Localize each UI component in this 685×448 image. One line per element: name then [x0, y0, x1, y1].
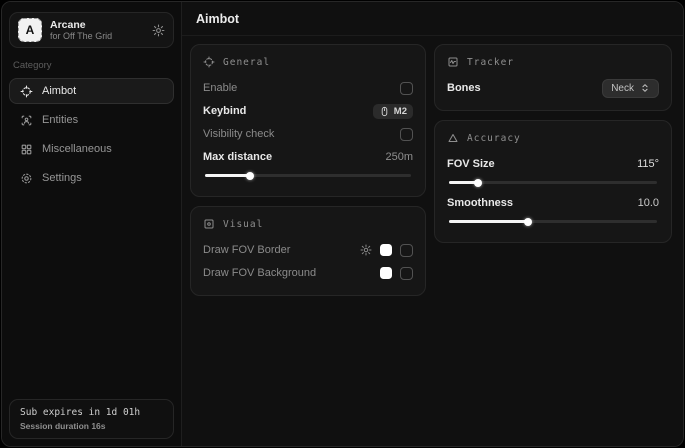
setting-row-smoothness: Smoothness 10.0 — [447, 192, 659, 214]
setting-row-visibility-check: Visibility check — [203, 123, 413, 145]
scan-person-icon — [20, 114, 33, 127]
fov-size-slider[interactable] — [449, 181, 657, 184]
setting-label: Bones — [447, 82, 481, 94]
setting-label: Smoothness — [447, 197, 513, 209]
panel-title: Visual — [223, 219, 263, 230]
max-distance-slider[interactable] — [205, 174, 411, 177]
setting-label: FOV Size — [447, 158, 495, 170]
page-title: Aimbot — [196, 12, 239, 26]
crosshair-icon — [203, 56, 215, 68]
gear-icon[interactable] — [152, 24, 165, 37]
setting-row-keybind: Keybind M2 — [203, 100, 413, 122]
visibility-check-checkbox[interactable] — [400, 128, 413, 141]
chevrons-up-down-icon — [640, 83, 650, 93]
fov-background-color-swatch[interactable] — [380, 267, 392, 279]
keybind-value: M2 — [394, 106, 407, 117]
sidebar-nav: Aimbot Entities — [9, 78, 174, 191]
slider-thumb[interactable] — [524, 218, 532, 226]
visual-icon — [203, 218, 215, 230]
brand-card: A Arcane for Off The Grid — [9, 12, 174, 48]
setting-row-draw-fov-border: Draw FOV Border — [203, 239, 413, 261]
setting-row-max-distance: Max distance 250m — [203, 146, 413, 168]
setting-row-enable: Enable — [203, 77, 413, 99]
sidebar: A Arcane for Off The Grid Category — [2, 2, 182, 446]
sidebar-item-label: Settings — [42, 172, 82, 184]
gear-icon — [20, 172, 33, 185]
panel-tracker: Tracker Bones Neck — [434, 44, 672, 111]
sidebar-item-miscellaneous[interactable]: Miscellaneous — [9, 136, 174, 162]
keybind-button[interactable]: M2 — [373, 104, 413, 119]
setting-label: Max distance — [203, 151, 272, 163]
setting-label: Visibility check — [203, 128, 274, 140]
max-distance-value: 250m — [385, 151, 413, 163]
fov-background-checkbox[interactable] — [400, 267, 413, 280]
setting-label: Keybind — [203, 105, 246, 117]
enable-checkbox[interactable] — [400, 82, 413, 95]
category-label: Category — [13, 60, 170, 71]
sub-expiry-text: Sub expires in 1d 01h — [20, 407, 163, 418]
gear-icon[interactable] — [360, 244, 372, 256]
fov-border-color-swatch[interactable] — [380, 244, 392, 256]
app-window: A Arcane for Off The Grid Category — [1, 1, 684, 447]
sidebar-item-entities[interactable]: Entities — [9, 107, 174, 133]
smoothness-value: 10.0 — [638, 197, 659, 209]
app-logo: A — [18, 18, 42, 42]
brand-text: Arcane for Off The Grid — [50, 19, 144, 41]
fov-border-checkbox[interactable] — [400, 244, 413, 257]
sidebar-item-label: Miscellaneous — [42, 143, 112, 155]
slider-thumb[interactable] — [246, 172, 254, 180]
slider-thumb[interactable] — [474, 179, 482, 187]
setting-label: Draw FOV Border — [203, 244, 290, 256]
main-area: Aimbot General E — [182, 2, 684, 446]
crosshair-icon — [20, 85, 33, 98]
panel-general: General Enable Keybind — [190, 44, 426, 197]
setting-label: Draw FOV Background — [203, 267, 316, 279]
panel-accuracy: Accuracy FOV Size 115° Smoothness 10.0 — [434, 120, 672, 243]
app-subtitle: for Off The Grid — [50, 31, 144, 41]
sidebar-item-settings[interactable]: Settings — [9, 165, 174, 191]
setting-row-draw-fov-background: Draw FOV Background — [203, 262, 413, 284]
app-name: Arcane — [50, 19, 144, 31]
sidebar-item-aimbot[interactable]: Aimbot — [9, 78, 174, 104]
bones-value: Neck — [611, 83, 634, 94]
smoothness-slider[interactable] — [449, 220, 657, 223]
main-header: Aimbot — [182, 2, 684, 36]
triangle-icon — [447, 132, 459, 144]
panel-title: Tracker — [467, 57, 514, 68]
mouse-icon — [379, 106, 390, 117]
setting-row-fov-size: FOV Size 115° — [447, 153, 659, 175]
bones-select[interactable]: Neck — [602, 79, 659, 98]
sidebar-item-label: Entities — [42, 114, 78, 126]
tracker-icon — [447, 56, 459, 68]
fov-size-value: 115° — [637, 158, 659, 170]
setting-label: Enable — [203, 82, 237, 94]
panel-title: General — [223, 57, 270, 68]
content: General Enable Keybind — [182, 36, 684, 446]
panel-title: Accuracy — [467, 133, 521, 144]
panel-visual: Visual Draw FOV Border — [190, 206, 426, 296]
grid-icon — [20, 143, 33, 156]
session-duration-text: Session duration 16s — [20, 421, 163, 431]
subscription-card: Sub expires in 1d 01h Session duration 1… — [9, 399, 174, 439]
setting-row-bones: Bones Neck — [447, 77, 659, 99]
sidebar-item-label: Aimbot — [42, 85, 76, 97]
